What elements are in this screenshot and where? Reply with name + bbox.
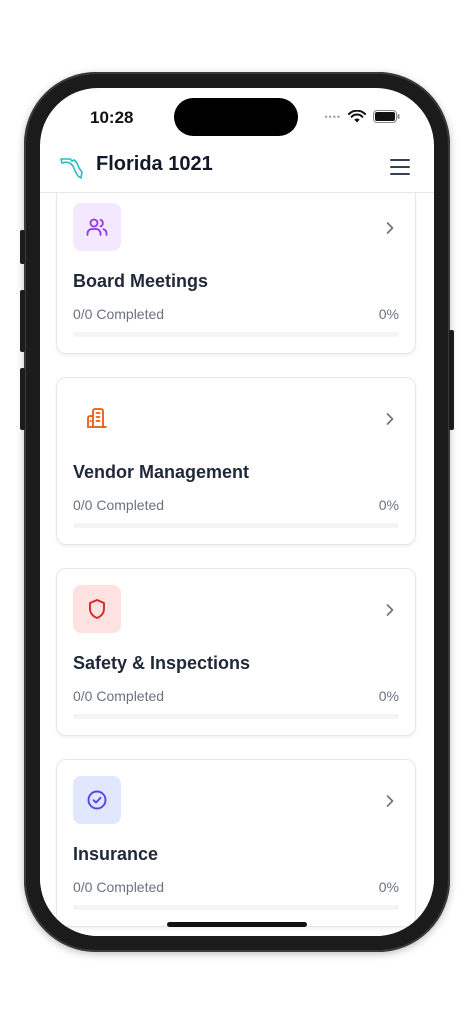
- battery-icon: [373, 110, 400, 123]
- category-card-board-meetings[interactable]: Board Meetings 0/0 Completed 0%: [56, 193, 416, 354]
- completed-count: 0/0 Completed: [73, 306, 165, 322]
- card-title: Board Meetings: [73, 271, 209, 291]
- progress-bar: [73, 332, 399, 337]
- chevron-right-icon: [386, 604, 394, 616]
- florida-outline-icon: [60, 158, 83, 179]
- shield-icon: [89, 599, 105, 619]
- card-title: Vendor Management: [73, 462, 250, 482]
- volume-up-button: [20, 290, 25, 352]
- mute-switch: [20, 230, 25, 264]
- completed-count: 0/0 Completed: [73, 879, 165, 895]
- check-circle-icon: [87, 790, 107, 810]
- percent-label: 0%: [378, 497, 399, 513]
- status-icons: ••••: [324, 110, 400, 123]
- status-time: 10:28: [90, 108, 134, 127]
- percent-label: 0%: [378, 306, 399, 322]
- icon-tile: [73, 776, 121, 824]
- app-title: Florida 1021: [96, 153, 213, 175]
- progress-bar: [73, 714, 399, 719]
- category-card-insurance[interactable]: Insurance 0/0 Completed 0%: [56, 759, 416, 927]
- card-title: Insurance: [73, 844, 159, 864]
- completed-count: 0/0 Completed: [73, 497, 165, 513]
- progress-bar: [73, 523, 399, 528]
- percent-label: 0%: [378, 688, 399, 704]
- icon-tile: [73, 585, 121, 633]
- icon-tile: [73, 394, 121, 442]
- category-card-vendor-management[interactable]: Vendor Management 0/0 Completed 0%: [56, 377, 416, 545]
- users-icon: [86, 218, 108, 236]
- signal-icon: ••••: [324, 111, 341, 122]
- icon-tile: [73, 203, 121, 251]
- home-indicator[interactable]: [167, 922, 307, 927]
- chevron-right-icon: [386, 795, 394, 807]
- progress-bar: [73, 905, 399, 910]
- chevron-right-icon: [386, 413, 394, 425]
- chevron-right-icon: [386, 222, 394, 234]
- hamburger-menu-icon[interactable]: [390, 158, 410, 176]
- wifi-icon: [348, 110, 366, 123]
- completed-count: 0/0 Completed: [73, 688, 165, 704]
- volume-down-button: [20, 368, 25, 430]
- screen: 10:28 •••• Florida 1021 Board Meetings 0…: [40, 88, 434, 936]
- dynamic-island: [174, 98, 298, 136]
- category-card-safety-inspections[interactable]: Safety & Inspections 0/0 Completed 0%: [56, 568, 416, 736]
- category-list: Board Meetings 0/0 Completed 0% Vendor M…: [40, 193, 434, 936]
- app-header: Florida 1021: [40, 144, 434, 193]
- card-title: Safety & Inspections: [73, 653, 251, 673]
- building-icon: [87, 408, 107, 428]
- power-button: [449, 330, 454, 430]
- phone-frame: 10:28 •••• Florida 1021 Board Meetings 0…: [20, 72, 454, 952]
- percent-label: 0%: [378, 879, 399, 895]
